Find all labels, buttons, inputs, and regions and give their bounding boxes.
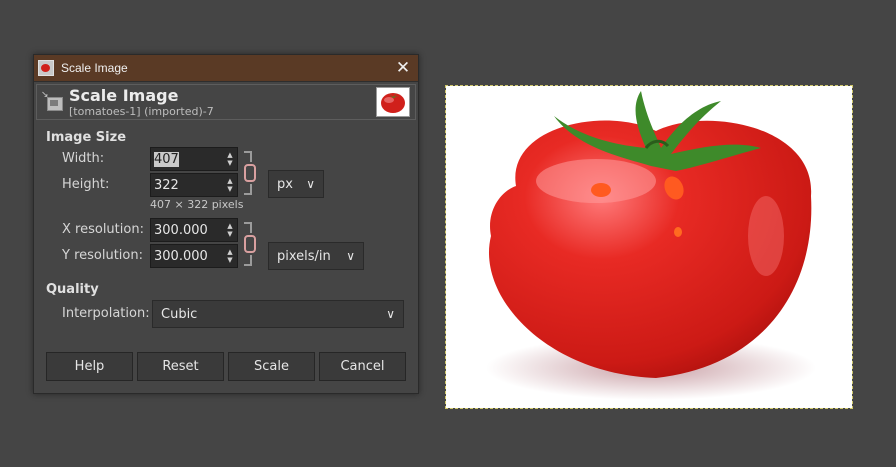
- tomato-image: [486, 91, 816, 400]
- resolution-unit-dropdown[interactable]: pixels/in ∨: [268, 242, 364, 270]
- scale-image-dialog: Scale Image ✕ ↘ Scale Image [tomatoes-1]…: [33, 54, 419, 394]
- chevron-down-icon: ∨: [386, 307, 395, 321]
- resolution-unit-value: pixels/in: [277, 248, 331, 264]
- size-unit-value: px: [277, 176, 293, 192]
- size-chain-link-button[interactable]: [242, 151, 256, 195]
- x-resolution-value[interactable]: 300.000: [151, 223, 223, 238]
- height-value[interactable]: 322: [151, 178, 223, 193]
- height-stepper-arrows[interactable]: ▲ ▼: [223, 177, 237, 193]
- x-resolution-stepper-arrows[interactable]: ▲ ▼: [223, 222, 237, 238]
- cancel-button[interactable]: Cancel: [319, 352, 406, 381]
- height-spinbutton[interactable]: 322 ▲ ▼: [150, 173, 238, 197]
- title-bar[interactable]: Scale Image ✕: [34, 55, 418, 82]
- dialog-header: ↘ Scale Image [tomatoes-1] (imported)-7: [36, 84, 416, 120]
- resolution-chain-link-button[interactable]: [242, 222, 256, 266]
- scale-button[interactable]: Scale: [228, 352, 315, 381]
- interpolation-dropdown[interactable]: Cubic ∨: [152, 300, 404, 328]
- pixel-size-info: 407 × 322 pixels: [150, 198, 244, 211]
- header-subtitle: [tomatoes-1] (imported)-7: [69, 104, 214, 118]
- y-resolution-value[interactable]: 300.000: [151, 249, 223, 264]
- reset-button[interactable]: Reset: [137, 352, 224, 381]
- help-button[interactable]: Help: [46, 352, 133, 381]
- header-title: Scale Image: [69, 85, 179, 105]
- x-resolution-label: X resolution:: [62, 222, 144, 237]
- chain-link-icon: [244, 235, 256, 253]
- width-value[interactable]: 407: [154, 151, 179, 167]
- y-resolution-label: Y resolution:: [62, 248, 143, 263]
- interpolation-label: Interpolation:: [62, 306, 150, 321]
- chevron-down-icon: ∨: [306, 177, 315, 191]
- interpolation-value: Cubic: [161, 306, 198, 322]
- scale-image-icon: ↘: [41, 91, 63, 113]
- width-stepper-arrows[interactable]: ▲ ▼: [223, 151, 237, 167]
- x-resolution-spinbutton[interactable]: 300.000 ▲ ▼: [150, 218, 238, 242]
- y-resolution-stepper-arrows[interactable]: ▲ ▼: [223, 248, 237, 264]
- chevron-down-icon: ∨: [346, 249, 355, 263]
- image-canvas[interactable]: [445, 85, 853, 409]
- close-button[interactable]: ✕: [388, 55, 418, 81]
- width-spinbutton[interactable]: 407 ▲ ▼: [150, 147, 238, 171]
- quality-heading: Quality: [46, 282, 99, 297]
- height-label: Height:: [62, 177, 110, 192]
- size-unit-dropdown[interactable]: px ∨: [268, 170, 324, 198]
- image-thumbnail: [376, 87, 410, 117]
- y-resolution-spinbutton[interactable]: 300.000 ▲ ▼: [150, 244, 238, 268]
- width-label: Width:: [62, 151, 105, 166]
- chain-link-icon: [244, 164, 256, 182]
- window-title: Scale Image: [61, 61, 128, 75]
- image-size-heading: Image Size: [46, 130, 127, 145]
- gimp-tomato-icon: [38, 60, 54, 76]
